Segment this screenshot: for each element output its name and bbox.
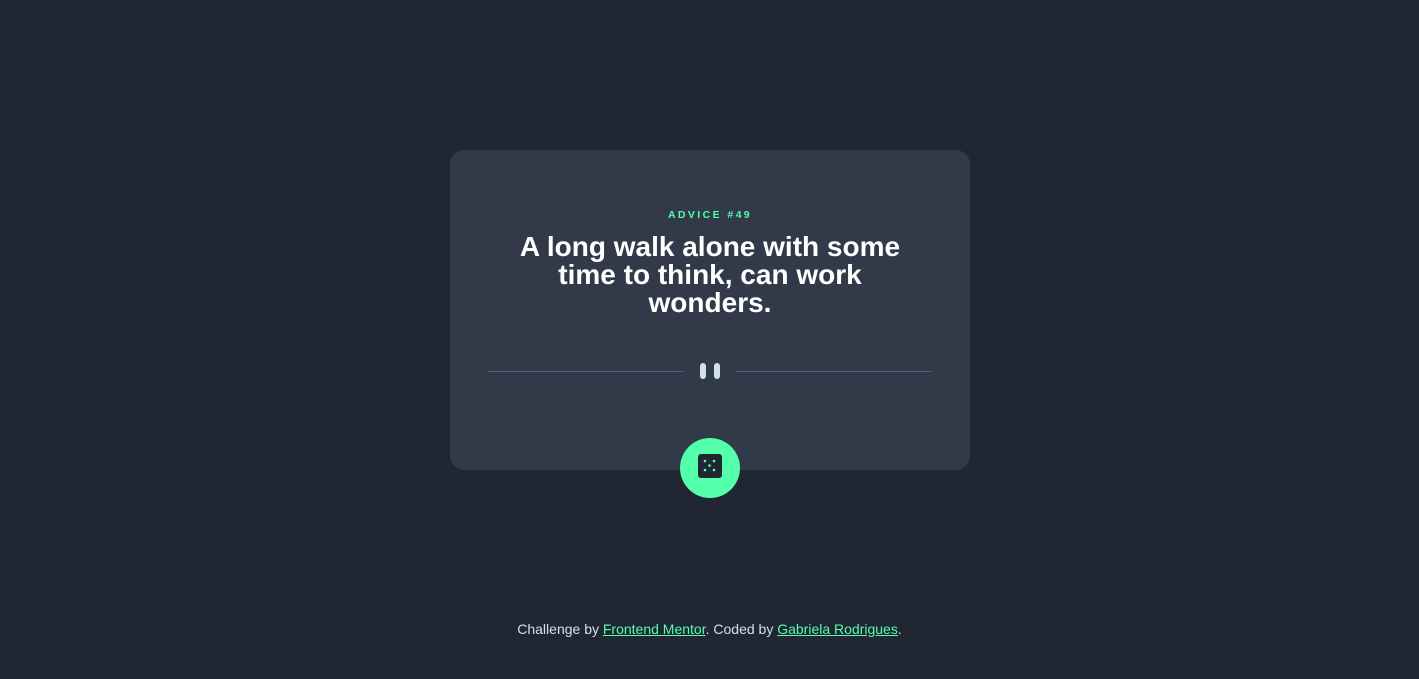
attribution-footer: Challenge by Frontend Mentor. Coded by G…: [0, 620, 1419, 638]
divider-left: [488, 371, 684, 372]
footer-suffix: .: [897, 621, 902, 637]
new-advice-button[interactable]: [680, 438, 740, 498]
frontend-mentor-link[interactable]: Frontend Mentor: [603, 621, 706, 637]
pause-quote-icon: [700, 363, 720, 379]
divider-right: [736, 371, 932, 372]
pause-bar-left: [700, 363, 706, 379]
author-link[interactable]: Gabriela Rodrigues: [777, 621, 898, 637]
footer-prefix: Challenge by: [517, 621, 603, 637]
advice-text: A long walk alone with some time to thin…: [519, 231, 901, 318]
footer-middle: . Coded by: [705, 621, 778, 637]
dice-icon: [698, 454, 722, 478]
pause-bar-right: [714, 363, 720, 379]
advice-number-label: ADVICE #49: [667, 209, 753, 221]
advice-card: ADVICE #49 A long walk alone with some t…: [450, 150, 970, 498]
